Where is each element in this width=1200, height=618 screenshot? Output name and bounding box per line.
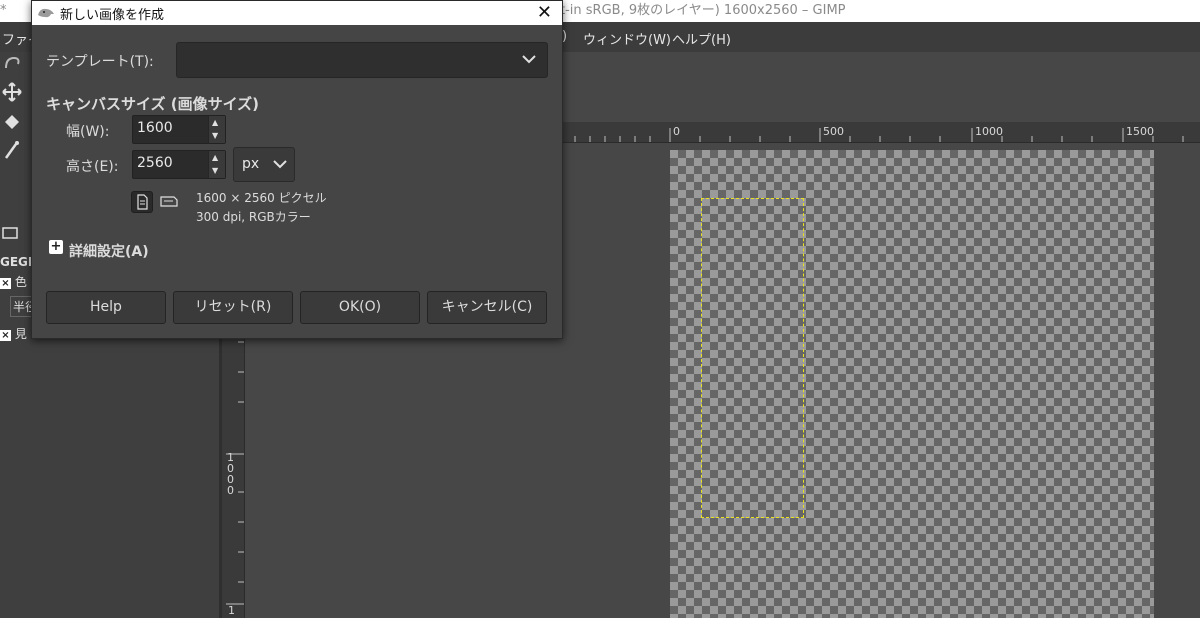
- ok-button[interactable]: OK(O): [300, 291, 420, 324]
- width-spinbox[interactable]: 1600 ▲ ▼: [132, 115, 226, 144]
- tool-options-icon[interactable]: [2, 226, 22, 246]
- gimp-wilber-icon: [38, 8, 54, 18]
- new-image-dialog: 新しい画像を作成 ✕ テンプレート(T): キャンバスサイズ (画像サイズ) 幅…: [31, 0, 563, 339]
- stepper-up-icon[interactable]: ▲: [212, 153, 218, 162]
- stepper-down-icon[interactable]: ▼: [212, 166, 218, 175]
- landscape-button[interactable]: [159, 191, 179, 211]
- close-icon[interactable]: ✕: [537, 1, 552, 25]
- ruler-label: 500: [823, 125, 844, 138]
- stepper-down-icon[interactable]: ▼: [212, 131, 218, 140]
- unit-select[interactable]: px: [233, 147, 295, 182]
- help-button[interactable]: Help: [46, 291, 166, 324]
- ruler-label: 0: [673, 125, 680, 138]
- chevron-down-icon: [522, 55, 536, 64]
- toolbox-item-color-label: 色: [14, 275, 27, 289]
- portrait-icon: [137, 194, 148, 210]
- main-window-title-left: *: [0, 3, 7, 18]
- template-select[interactable]: [176, 42, 548, 78]
- height-spinbox[interactable]: 2560 ▲ ▼: [132, 150, 226, 179]
- lasso-tool-icon[interactable]: [2, 54, 22, 74]
- dialog-titlebar[interactable]: 新しい画像を作成 ✕: [32, 1, 562, 25]
- image-info-resolution: 300 dpi, RGBカラー: [196, 210, 311, 224]
- height-value: 2560: [137, 155, 173, 171]
- unit-value: px: [242, 156, 260, 172]
- ruler-label: 1: [228, 604, 235, 617]
- width-stepper[interactable]: ▲ ▼: [208, 116, 225, 143]
- ruler-label: 1000: [975, 125, 1003, 138]
- landscape-icon: [160, 196, 178, 207]
- ruler-label: 1000: [227, 451, 234, 497]
- toolbox-item-color[interactable]: × 色: [0, 273, 27, 290]
- image-info-dimensions: 1600 × 2560 ピクセル: [196, 191, 327, 205]
- advanced-options-label[interactable]: 詳細設定(A): [69, 241, 149, 261]
- cancel-button[interactable]: キャンセル(C): [427, 291, 547, 324]
- reset-button[interactable]: リセット(R): [173, 291, 293, 324]
- canvas-size-heading: キャンバスサイズ (画像サイズ): [46, 95, 260, 113]
- close-icon[interactable]: ×: [0, 330, 11, 341]
- width-label: 幅(W):: [66, 124, 110, 140]
- stepper-up-icon[interactable]: ▲: [212, 118, 218, 127]
- bucket-fill-tool-icon[interactable]: [2, 112, 22, 132]
- ruler-label: 1500: [1126, 125, 1154, 138]
- menu-window[interactable]: ウィンドウ(W): [583, 29, 671, 48]
- layer-boundary: [701, 198, 804, 518]
- template-label: テンプレート(T):: [46, 54, 154, 70]
- menu-help[interactable]: ヘルプ(H): [672, 29, 731, 48]
- move-tool-icon[interactable]: [2, 82, 22, 102]
- toolbox-item-view[interactable]: × 見: [0, 325, 27, 342]
- toolbox-item-view-label: 見: [14, 327, 27, 341]
- portrait-button[interactable]: [131, 191, 153, 213]
- paintbrush-tool-icon[interactable]: [2, 140, 22, 160]
- width-value: 1600: [137, 120, 173, 136]
- close-icon[interactable]: ×: [0, 278, 11, 289]
- height-stepper[interactable]: ▲ ▼: [208, 151, 225, 178]
- height-label: 高さ(E):: [66, 159, 119, 175]
- dialog-title: 新しい画像を作成: [60, 8, 165, 23]
- horizontal-ruler[interactable]: 0 500 1000 1500: [560, 122, 1200, 143]
- expand-icon[interactable]: +: [49, 240, 63, 254]
- chevron-down-icon: [273, 160, 287, 169]
- main-window-title: t-in sRGB, 9枚のレイヤー) 1600x2560 – GIMP: [560, 3, 846, 18]
